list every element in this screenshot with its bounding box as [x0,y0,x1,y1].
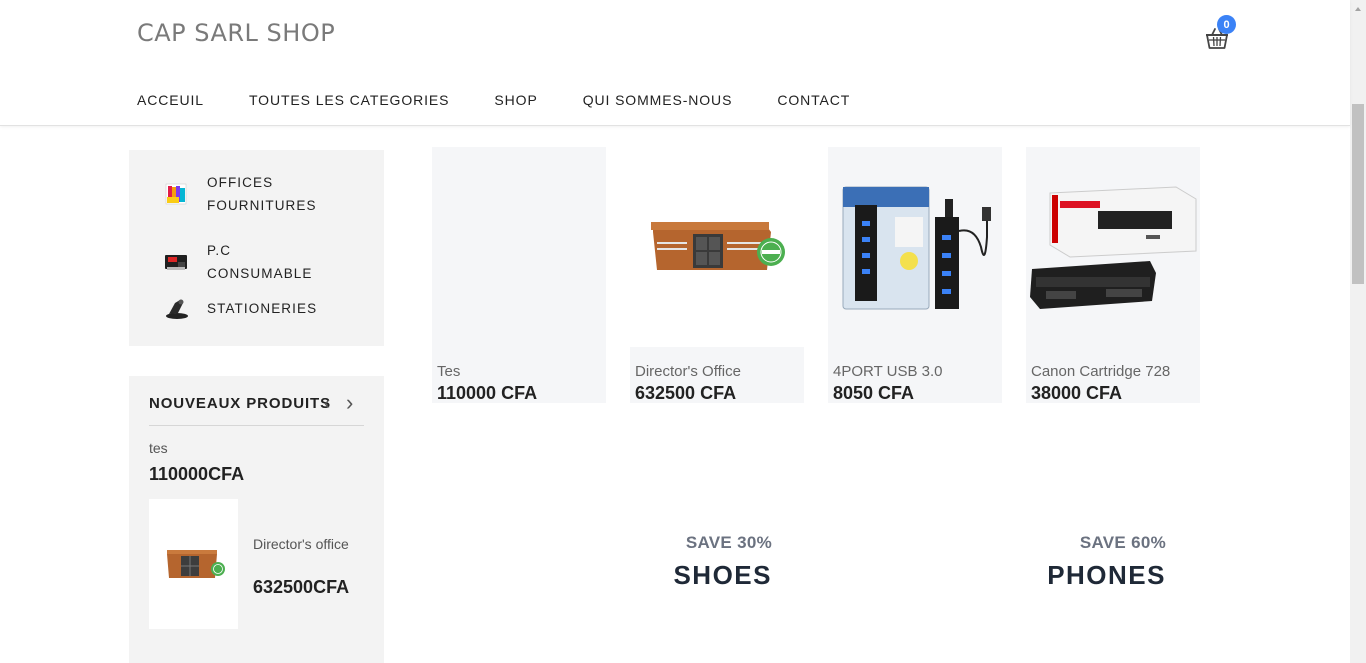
brand-logo-text[interactable]: CAP SARL SHOP [137,19,335,47]
new-product-price: 632500CFA [253,577,350,597]
new-product-image[interactable] [149,499,238,629]
category-item-pc-consumable[interactable]: P.C CONSUMABLE [164,239,337,285]
category-label: STATIONERIES [207,300,318,316]
chevron-left-icon[interactable]: ‹ [324,393,330,414]
product-price: 8050 CFA [833,383,915,403]
page-scrollbar[interactable] [1350,0,1366,663]
banner-title-phones[interactable]: PHONES [1026,560,1166,591]
divider [149,425,364,426]
nav-item-categories[interactable]: TOUTES LES CATEGORIES [249,92,449,108]
scroll-up-arrow-icon[interactable] [1352,2,1364,14]
product-price: 632500 CFA [635,383,737,403]
product-name[interactable]: Director's Office [635,363,741,380]
category-item-offices[interactable]: OFFICES FOURNITURES [164,171,337,217]
category-label: OFFICES FOURNITURES [207,175,317,213]
banner-title-shoes[interactable]: SHOES [652,560,772,591]
product-image-placeholder[interactable] [432,147,606,347]
new-products-title: NOUVEAUX PRODUITS [149,395,331,412]
product-name[interactable]: Tes [437,363,460,380]
product-card-body: Canon Cartridge 728 38000 CFA [1026,347,1200,403]
nav-item-contact[interactable]: CONTACT [777,92,850,108]
new-products-widget: NOUVEAUX PRODUITS ‹ › tes 110000CFA Dire… [129,376,384,663]
nav-item-shop[interactable]: SHOP [494,92,537,108]
product-card-body: Director's Office 632500 CFA [630,347,804,403]
product-price: 110000 CFA [437,383,538,403]
nav-item-about[interactable]: QUI SOMMES-NOUS [583,92,733,108]
main-nav: ACCEUIL TOUTES LES CATEGORIES SHOP QUI S… [137,92,895,108]
product-card-body: Tes 110000 CFA [432,347,606,403]
new-product-name[interactable]: tes [149,440,168,456]
site-header: CAP SARL SHOP ACCEUIL TOUTES LES CATEGOR… [0,0,1350,126]
page: CAP SARL SHOP ACCEUIL TOUTES LES CATEGOR… [0,0,1366,663]
scrollbar-thumb[interactable] [1352,104,1364,284]
banner-discount-phones: SAVE 60% [1079,533,1166,552]
cart-count-badge: 0 [1217,15,1236,34]
nav-item-acceuil[interactable]: ACCEUIL [137,92,204,108]
product-card[interactable]: Canon Cartridge 728 38000 CFA [1026,147,1200,403]
product-image[interactable] [630,147,804,347]
office-supplies-icon [164,181,190,207]
new-product-name[interactable]: Director's office [253,536,353,553]
category-sidebar: OFFICES FOURNITURES P.C CONSUMABLE STATI… [129,150,384,346]
product-image[interactable] [1026,147,1200,347]
product-price: 38000 CFA [1031,383,1123,403]
product-card[interactable]: 4PORT USB 3.0 8050 CFA [828,147,1002,403]
product-card-body: 4PORT USB 3.0 8050 CFA [828,347,1002,403]
product-card[interactable]: Tes 110000 CFA [432,147,606,403]
chevron-right-icon[interactable]: › [346,390,353,416]
product-name[interactable]: Canon Cartridge 728 [1031,363,1170,380]
product-image[interactable] [828,147,1002,347]
new-product-price: 110000CFA [149,464,245,484]
product-card[interactable]: Director's Office 632500 CFA [630,147,804,403]
banner-discount-shoes: SAVE 30% [685,533,772,552]
stapler-icon [164,295,190,321]
category-label: P.C CONSUMABLE [207,243,313,281]
category-item-stationeries[interactable]: STATIONERIES [164,295,337,321]
product-name[interactable]: 4PORT USB 3.0 [833,363,943,380]
toner-icon [164,249,190,275]
